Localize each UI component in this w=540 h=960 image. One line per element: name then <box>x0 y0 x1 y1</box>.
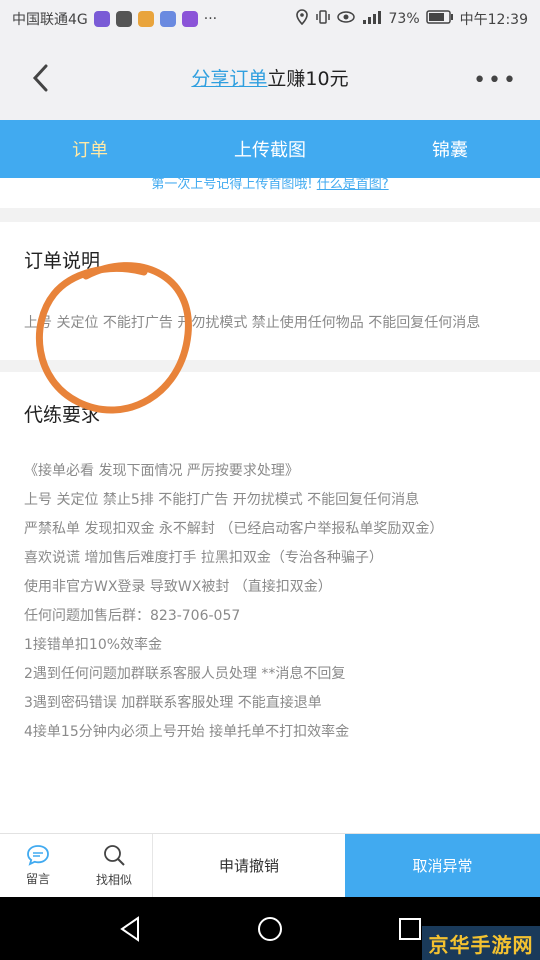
requirement-item: 任何问题加售后群：823-706-057 <box>24 608 241 624</box>
requirement-item: 喜欢说谎 增加售后难度打手 拉黑扣双金（专治各种骗子） <box>24 550 383 566</box>
tab-order[interactable]: 订单 <box>0 120 180 178</box>
requirement-item: 使用非官方WX登录 导致WX被封 （直接扣双金） <box>24 579 332 595</box>
location-icon <box>295 9 309 29</box>
requirement-item: 严禁私单 发现扣双金 永不解封 （已经启动客户举报私单奖励双金） <box>24 521 444 537</box>
recents-square-icon[interactable] <box>398 917 422 941</box>
find-similar-button[interactable]: 找相似 <box>76 834 152 897</box>
back-triangle-icon[interactable] <box>118 915 142 942</box>
order-note-body: 上号 关定位 不能打广告 开勿扰模式 禁止使用任何物品 不能回复任何消息 <box>24 315 481 331</box>
clock: 中午12:39 <box>459 12 528 28</box>
app-notification-icon <box>93 11 110 27</box>
order-content[interactable]: 第一次上号记得上传首图哦! 什么是首图? 订单说明 上号 关定位 不能打广告 开… <box>0 178 540 833</box>
title-reward-text: 立赚10元 <box>267 68 349 90</box>
bottom-action-bar: 留言 找相似 申请撤销 取消异常 <box>0 833 540 897</box>
battery-percent: 73% <box>388 11 420 27</box>
more-notifications: ··· <box>203 11 218 27</box>
tab-tips[interactable]: 锦囊 <box>360 120 540 178</box>
battery-icon <box>425 10 454 28</box>
what-is-first-screenshot-link[interactable]: 什么是首图? <box>317 178 389 192</box>
paper-plane-icon <box>159 11 176 27</box>
chat-bubble-icon <box>27 845 49 866</box>
game-app-icon <box>137 11 154 27</box>
hint-text: 第一次上号记得上传首图哦! <box>151 178 313 192</box>
requirements-heading: 代练要求 <box>24 404 101 426</box>
app-icon <box>181 11 198 27</box>
requirement-item: 《接单必看 发现下面情况 严厉按要求处理》 <box>24 463 299 479</box>
requirement-item: 2遇到任何问题加群联系客服人员处理 **消息不回复 <box>24 666 346 682</box>
requirement-item: 4接单15分钟内必须上号开始 接单托单不打扣效率金 <box>24 724 350 740</box>
search-icon <box>104 845 125 866</box>
first-screenshot-hint: 第一次上号记得上传首图哦! 什么是首图? <box>0 178 540 208</box>
carrier-label: 中国联通4G <box>12 12 88 28</box>
apply-cancel-button[interactable]: 申请撤销 <box>152 834 345 897</box>
watermark-logo: 京华手游网 <box>422 926 540 960</box>
tab-bar: 订单 上传截图 锦囊 <box>0 120 540 178</box>
signal-icon <box>361 10 383 28</box>
find-similar-label: 找相似 <box>95 873 132 887</box>
status-bar: 中国联通4G ··· 73% 中午12:39 <box>0 0 540 38</box>
requirement-item: 上号 关定位 禁止5排 不能打广告 开勿扰模式 不能回复任何消息 <box>24 492 420 508</box>
requirement-item: 1接错单扣10%效率金 <box>24 637 163 653</box>
more-menu-button[interactable]: ••• <box>473 68 518 93</box>
vibrate-icon <box>315 9 331 29</box>
comment-label: 留言 <box>25 872 50 886</box>
cat-app-icon <box>115 11 132 27</box>
requirements-list: 《接单必看 发现下面情况 严厉按要求处理》 上号 关定位 禁止5排 不能打广告 … <box>24 457 516 747</box>
order-note-card: 订单说明 上号 关定位 不能打广告 开勿扰模式 禁止使用任何物品 不能回复任何消… <box>0 222 540 360</box>
requirement-item: 3遇到密码错误 加群联系客服处理 不能直接退单 <box>24 695 322 711</box>
eye-icon <box>336 10 355 28</box>
requirements-card: 代练要求 《接单必看 发现下面情况 严厉按要求处理》 上号 关定位 禁止5排 不… <box>0 372 540 833</box>
comment-button[interactable]: 留言 <box>0 834 76 897</box>
order-note-heading: 订单说明 <box>24 250 101 272</box>
cancel-abnormal-button[interactable]: 取消异常 <box>345 834 540 897</box>
home-circle-icon[interactable] <box>257 916 283 942</box>
tab-upload-screenshot[interactable]: 上传截图 <box>180 120 360 178</box>
title-bar: 分享订单立赚10元 ••• <box>0 38 540 120</box>
share-order-link[interactable]: 分享订单 <box>191 68 267 90</box>
page-title: 分享订单立赚10元 <box>0 64 540 91</box>
